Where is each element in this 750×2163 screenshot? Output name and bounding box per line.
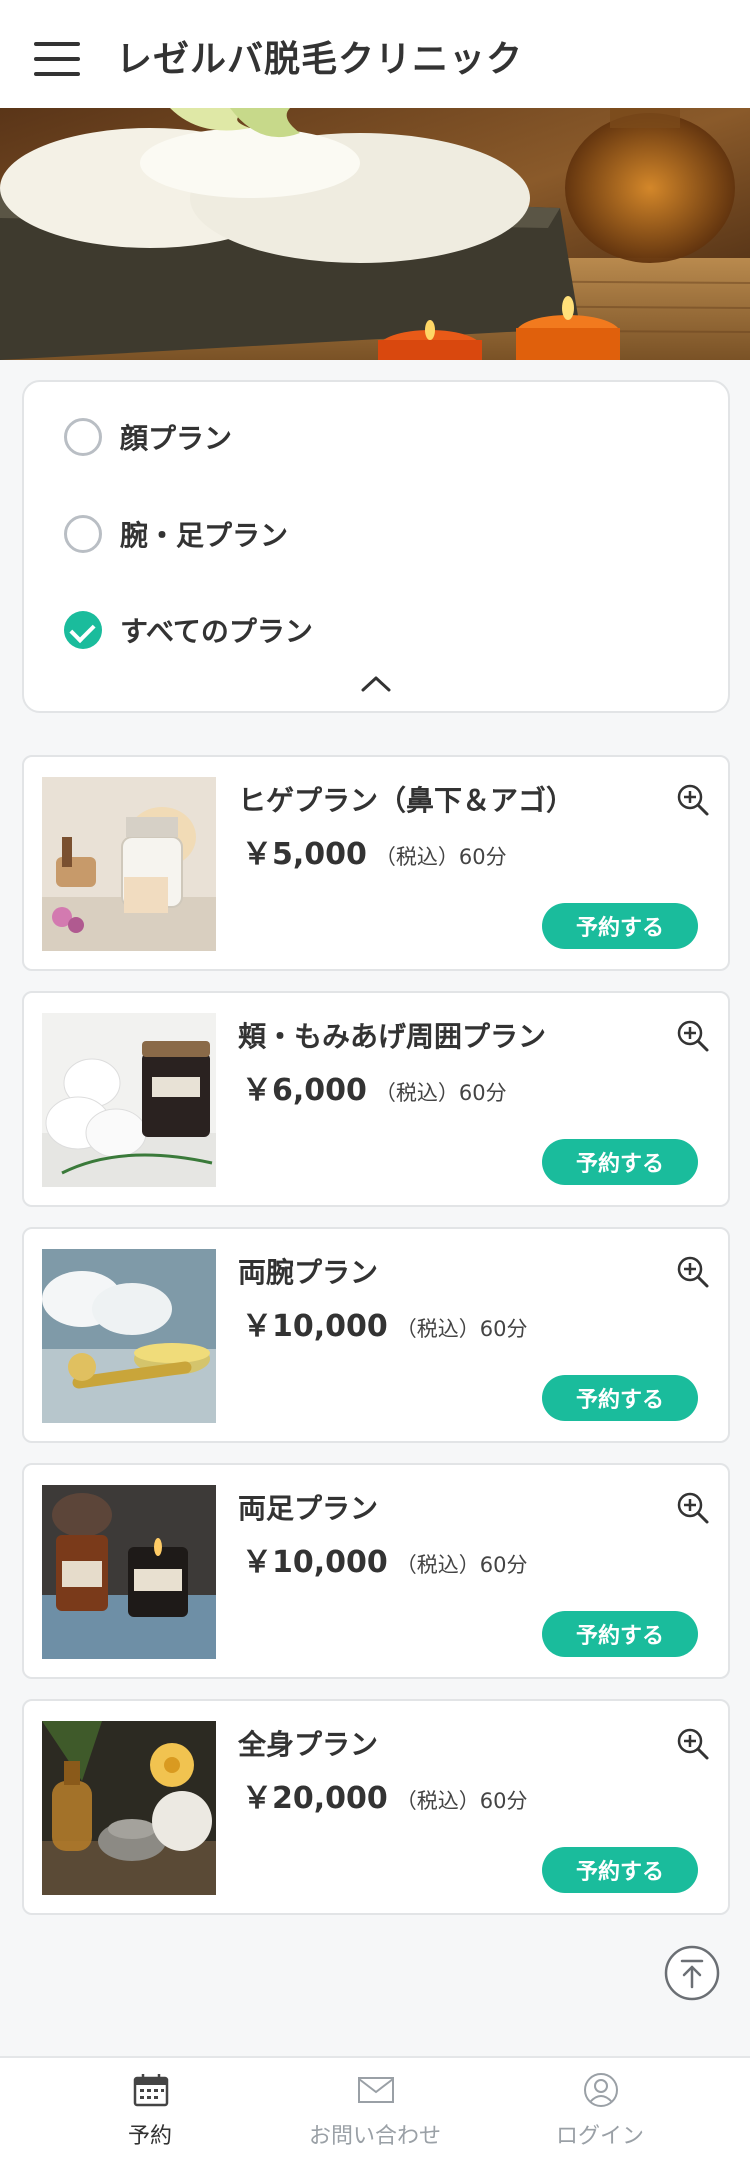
plan-name: 頬・もみあげ周囲プラン [238,1020,547,1053]
plan-name: 全身プラン [238,1728,379,1761]
nav-label: お問い合わせ [308,2124,441,2149]
bath-salt-jar-image [42,777,216,951]
plan-name: ヒゲプラン（鼻下＆アゴ） [238,784,575,817]
plan-duration: 60分 [479,1789,528,1813]
plan-price-row: ￥20,000 （税込） 60分 [242,1773,528,1817]
reserve-button[interactable]: 予約する [542,1847,698,1893]
plan-price-row: ￥6,000 （税込） 60分 [242,1065,507,1109]
towels-oil-image [42,1249,216,1423]
plan-card[interactable]: 両腕プラン ￥10,000 （税込） 60分 予約する [22,1227,730,1443]
chevron-up-icon[interactable] [360,672,392,696]
nav-label: 予約 [127,2124,172,2149]
radio-checked-icon[interactable] [64,611,102,649]
scroll-to-top-icon[interactable] [664,1945,720,2001]
zoom-in-icon[interactable] [676,1727,710,1761]
apothecary-candles-image [42,1485,216,1659]
plan-card[interactable]: 頬・もみあげ周囲プラン ￥6,000 （税込） 60分 予約する [22,991,730,1207]
radio-unchecked-icon[interactable] [64,418,102,456]
plan-duration: 60分 [458,845,507,869]
plan-filter-panel: 顔プラン 腕・足プラン すべてのプラン [22,380,730,713]
filter-option-label: 腕・足プラン [120,519,289,552]
filter-option-label: すべてのプラン [120,615,313,648]
zoom-in-icon[interactable] [676,1019,710,1053]
plan-name: 両腕プラン [238,1256,379,1289]
zoom-in-icon[interactable] [676,1491,710,1525]
plan-tax-note: （税込） [374,845,459,869]
plan-price: ￥6,000 [242,1073,367,1108]
reserve-button[interactable]: 予約する [542,903,698,949]
plan-list: ヒゲプラン（鼻下＆アゴ） ￥5,000 （税込） 60分 予約する 頬・もみあげ… [22,755,730,1935]
nav-item-login[interactable]: ログイン [500,2058,700,2163]
nav-item-contact[interactable]: お問い合わせ [275,2058,475,2163]
plan-price: ￥10,000 [242,1545,388,1580]
bottom-navigation: 予約 お問い合わせ ログイン [0,2056,750,2163]
radio-unchecked-icon[interactable] [64,515,102,553]
plan-price-row: ￥10,000 （税込） 60分 [242,1301,528,1345]
mail-icon [358,2077,394,2103]
calendar-icon [133,2074,169,2107]
filter-option-arms-legs[interactable]: 腕・足プラン [64,509,288,559]
hero-image [0,108,750,360]
zoom-in-icon[interactable] [676,1255,710,1289]
reserve-button[interactable]: 予約する [542,1611,698,1657]
app-header: レゼルバ脱毛クリニック [0,0,750,108]
page-title: レゼルバ脱毛クリニック [116,39,524,80]
spa-stones-flowers-image [42,1721,216,1895]
nav-item-reserve[interactable]: 予約 [50,2058,250,2163]
plan-name: 両足プラン [238,1492,379,1525]
user-icon [584,2073,618,2107]
zoom-in-icon[interactable] [676,783,710,817]
plan-tax-note: （税込） [395,1789,480,1813]
plan-card[interactable]: 両足プラン ￥10,000 （税込） 60分 予約する [22,1463,730,1679]
filter-option-all[interactable]: すべてのプラン [64,605,313,655]
plan-card[interactable]: 全身プラン ￥20,000 （税込） 60分 予約する [22,1699,730,1915]
plan-price: ￥20,000 [242,1781,388,1816]
plan-price-row: ￥10,000 （税込） 60分 [242,1537,528,1581]
plan-card[interactable]: ヒゲプラン（鼻下＆アゴ） ￥5,000 （税込） 60分 予約する [22,755,730,971]
nav-label: ログイン [555,2124,644,2149]
plan-tax-note: （税込） [395,1553,480,1577]
plan-price: ￥5,000 [242,837,367,872]
plan-duration: 60分 [458,1081,507,1105]
plan-duration: 60分 [479,1553,528,1577]
reserve-button[interactable]: 予約する [542,1139,698,1185]
plan-duration: 60分 [479,1317,528,1341]
filter-option-face[interactable]: 顔プラン [64,412,232,462]
filter-option-label: 顔プラン [120,422,233,455]
hamburger-menu-icon[interactable] [34,42,80,76]
plan-tax-note: （税込） [374,1081,459,1105]
plan-tax-note: （税込） [395,1317,480,1341]
reserve-button[interactable]: 予約する [542,1375,698,1421]
plan-price: ￥10,000 [242,1309,388,1344]
plan-price-row: ￥5,000 （税込） 60分 [242,829,507,873]
towels-candle-image [42,1013,216,1187]
